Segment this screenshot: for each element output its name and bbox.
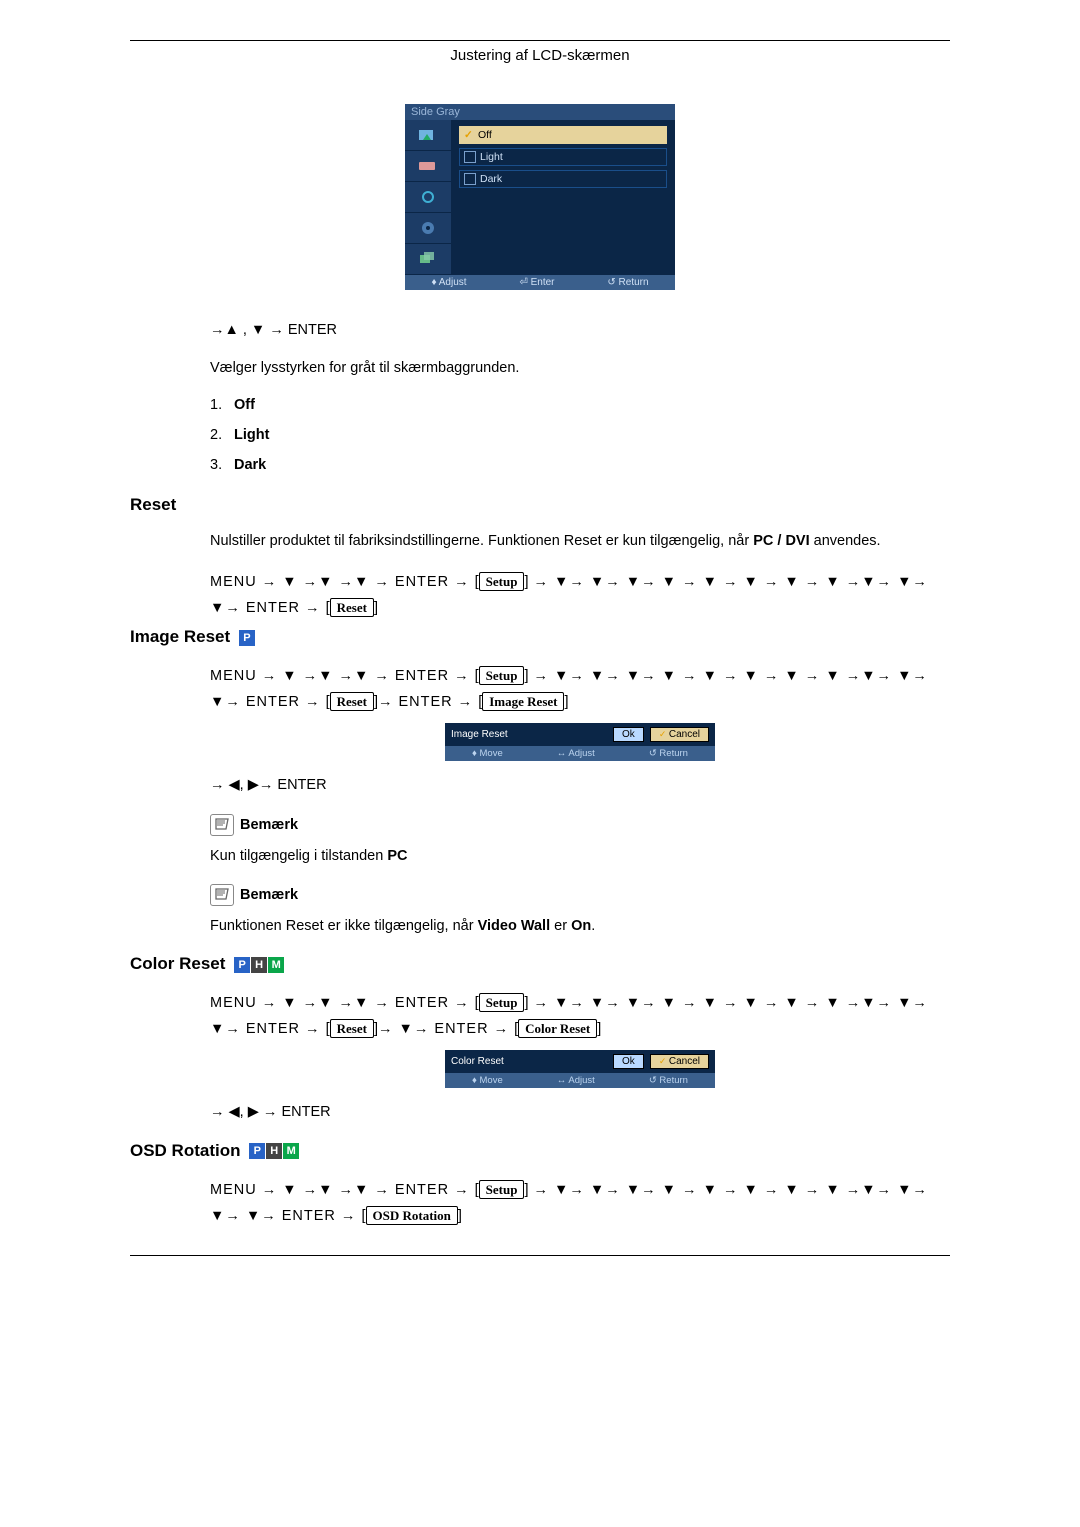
section-image-reset-heading: Image Reset P	[130, 627, 950, 647]
osd-footer: ♦ Adjust ⏎ Enter ↺ Return	[405, 275, 675, 290]
note-row: Bemærk	[210, 884, 950, 906]
osd-title: Side Gray	[405, 104, 675, 120]
osd-option-off: ✓Off	[459, 126, 667, 144]
cancel-button: Cancel	[650, 727, 709, 742]
osd-side-icon-circle	[405, 182, 451, 213]
ok-button: Ok	[613, 727, 644, 742]
sidegray-option-list: 1.Off 2.Light 3.Dark	[210, 397, 950, 473]
nav-instruction-lr2: → ◀, ▶ → ENTER	[210, 1102, 950, 1122]
ok-button: Ok	[613, 1054, 644, 1069]
osd-option-dark: Dark	[459, 170, 667, 188]
osd-sidebar	[405, 120, 451, 275]
image-reset-menupath: MENU → ▼ →▼ →▼ → ENTER → [Setup] → ▼→ ▼→…	[210, 663, 950, 715]
note-icon	[210, 884, 234, 906]
reset-menupath: MENU → ▼ →▼ →▼ → ENTER → [Setup] → ▼→ ▼→…	[210, 569, 950, 621]
badge-p-icon: P	[234, 957, 250, 973]
desc-sidegray: Vælger lysstyrken for gråt til skærmbagg…	[210, 358, 950, 378]
list-item: 2.Light	[210, 427, 950, 443]
section-reset-heading: Reset	[130, 495, 950, 515]
osd-color-reset-dialog: Color Reset Ok Cancel ♦ Move ↔ Adjust ↺ …	[445, 1050, 715, 1088]
dialog-label: Image Reset	[451, 729, 607, 740]
nav-instruction-sidegray: →▲ , ▼ → ENTER	[210, 320, 950, 340]
osd-option-light: Light	[459, 148, 667, 166]
note-label: Bemærk	[240, 817, 298, 833]
osd-side-icon-multi	[405, 244, 451, 275]
note-label: Bemærk	[240, 887, 298, 903]
section-color-reset-heading: Color Reset P H M	[130, 954, 950, 974]
nav-instruction-lr: → ◀, ▶→ ENTER	[210, 775, 950, 795]
osd-side-icon-picture	[405, 120, 451, 151]
note-row: Bemærk	[210, 814, 950, 836]
list-item: 1.Off	[210, 397, 950, 413]
badge-h-icon: H	[251, 957, 267, 973]
badge-h-icon: H	[266, 1143, 282, 1159]
badge-p-icon: P	[249, 1143, 265, 1159]
cancel-button: Cancel	[650, 1054, 709, 1069]
badge-p-icon: P	[239, 630, 256, 646]
osd-side-icon-gear	[405, 213, 451, 244]
osd-rotation-menupath: MENU → ▼ →▼ →▼ → ENTER → [Setup] → ▼→ ▼→…	[210, 1177, 950, 1229]
osd-side-icon-input	[405, 151, 451, 182]
only-pc-text: Kun tilgængelig i tilstanden PC	[210, 846, 950, 866]
list-item: 3.Dark	[210, 457, 950, 473]
note-icon	[210, 814, 234, 836]
reset-desc: Nulstiller produktet til fabriksindstill…	[210, 531, 950, 551]
color-reset-menupath: MENU → ▼ →▼ →▼ → ENTER → [Setup] → ▼→ ▼→…	[210, 990, 950, 1042]
osd-sidegray-screenshot: Side Gray	[405, 104, 675, 290]
badge-m-icon: M	[268, 957, 284, 973]
osd-image-reset-dialog: Image Reset Ok Cancel ♦ Move ↔ Adjust ↺ …	[445, 723, 715, 761]
dialog-label: Color Reset	[451, 1056, 607, 1067]
badge-m-icon: M	[283, 1143, 299, 1159]
page-header: Justering af LCD-skærmen	[130, 47, 950, 64]
reset-not-available-text: Funktionen Reset er ikke tilgængelig, nå…	[210, 916, 950, 936]
section-osd-rotation-heading: OSD Rotation P H M	[130, 1141, 950, 1161]
